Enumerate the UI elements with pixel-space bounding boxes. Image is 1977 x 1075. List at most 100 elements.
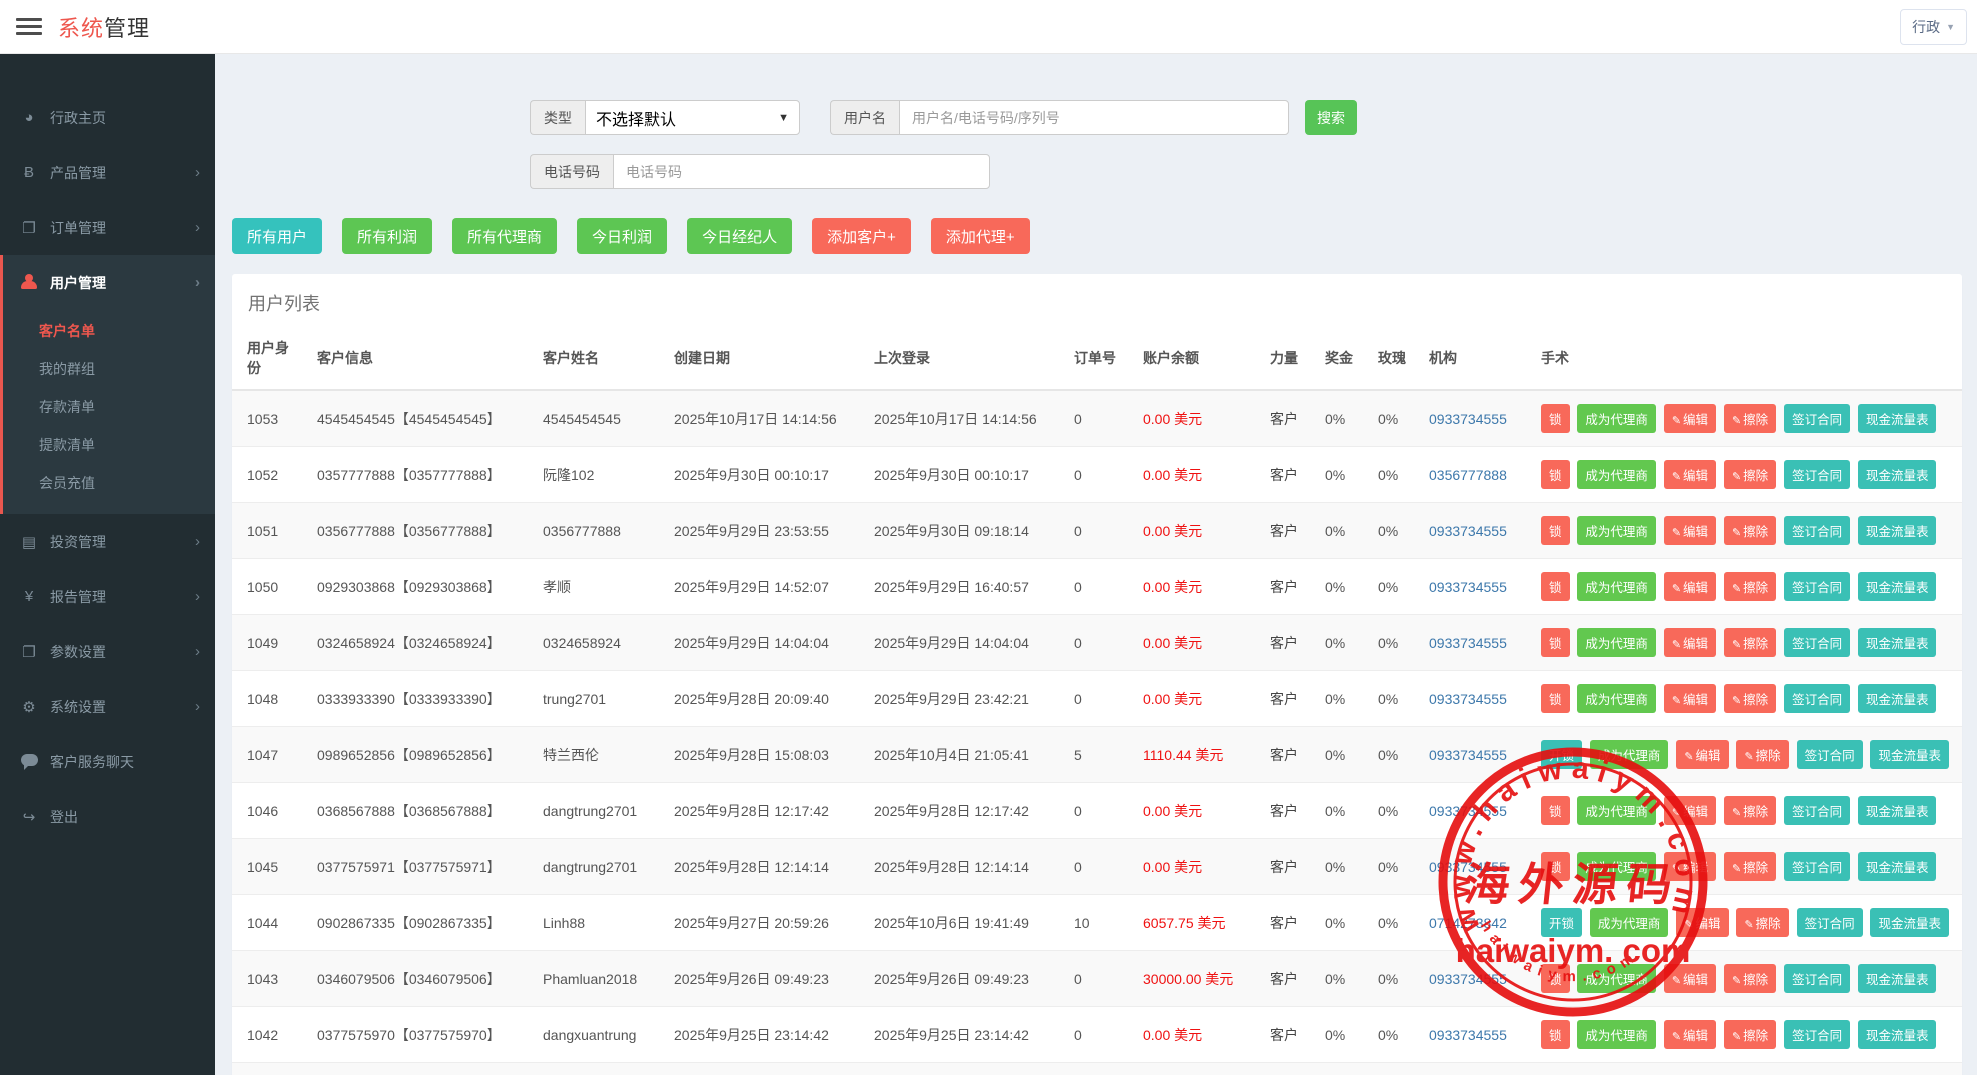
cash-flow-button[interactable]: 现金流量表 bbox=[1858, 796, 1937, 825]
cash-flow-button[interactable]: 现金流量表 bbox=[1858, 684, 1937, 713]
sign-contract-button[interactable]: 签订合同 bbox=[1784, 516, 1850, 545]
sign-contract-button[interactable]: 签订合同 bbox=[1784, 852, 1850, 881]
cash-flow-button[interactable]: 现金流量表 bbox=[1870, 740, 1949, 769]
become-agent-button[interactable]: 成为代理商 bbox=[1577, 796, 1656, 825]
cash-flow-button[interactable]: 现金流量表 bbox=[1870, 908, 1949, 937]
sidebar-subitem[interactable]: 提款清单 bbox=[3, 426, 215, 464]
become-agent-button[interactable]: 成为代理商 bbox=[1577, 1020, 1656, 1049]
become-agent-button[interactable]: 成为代理商 bbox=[1577, 684, 1656, 713]
org-phone-link[interactable]: 0933734555 bbox=[1429, 523, 1507, 539]
toolbar-button[interactable]: 添加客户+ bbox=[812, 218, 911, 254]
lock-button[interactable]: 锁 bbox=[1541, 516, 1570, 545]
toolbar-button[interactable]: 所有利润 bbox=[342, 218, 432, 254]
cash-flow-button[interactable]: 现金流量表 bbox=[1858, 1020, 1937, 1049]
become-agent-button[interactable]: 成为代理商 bbox=[1590, 908, 1669, 937]
become-agent-button[interactable]: 成为代理商 bbox=[1577, 964, 1656, 993]
cash-flow-button[interactable]: 现金流量表 bbox=[1858, 852, 1937, 881]
become-agent-button[interactable]: 成为代理商 bbox=[1577, 516, 1656, 545]
phone-input[interactable] bbox=[613, 154, 990, 189]
erase-button[interactable]: ✎擦除 bbox=[1724, 572, 1776, 601]
toolbar-button[interactable]: 所有代理商 bbox=[452, 218, 557, 254]
sidebar-subitem[interactable]: 我的群组 bbox=[3, 350, 215, 388]
cash-flow-button[interactable]: 现金流量表 bbox=[1858, 404, 1937, 433]
unlock-button[interactable]: 开锁 bbox=[1541, 740, 1582, 769]
org-phone-link[interactable]: 0933734555 bbox=[1429, 803, 1507, 819]
toolbar-button[interactable]: 添加代理+ bbox=[931, 218, 1030, 254]
cash-flow-button[interactable]: 现金流量表 bbox=[1858, 964, 1937, 993]
become-agent-button[interactable]: 成为代理商 bbox=[1577, 628, 1656, 657]
org-phone-link[interactable]: 0933734555 bbox=[1429, 579, 1507, 595]
sign-contract-button[interactable]: 签订合同 bbox=[1797, 908, 1863, 937]
sidebar-link[interactable]: ❐参数设置› bbox=[0, 624, 215, 679]
become-agent-button[interactable]: 成为代理商 bbox=[1577, 460, 1656, 489]
erase-button[interactable]: ✎擦除 bbox=[1724, 516, 1776, 545]
user-role-dropdown[interactable]: 行政 ▼ bbox=[1900, 9, 1967, 45]
cash-flow-button[interactable]: 现金流量表 bbox=[1858, 572, 1937, 601]
sidebar-subitem[interactable]: 会员充值 bbox=[3, 464, 215, 502]
sign-contract-button[interactable]: 签订合同 bbox=[1784, 572, 1850, 601]
edit-button[interactable]: ✎编辑 bbox=[1664, 628, 1716, 657]
org-phone-link[interactable]: 0933734555 bbox=[1429, 691, 1507, 707]
cash-flow-button[interactable]: 现金流量表 bbox=[1858, 628, 1937, 657]
type-select[interactable]: 不选择默认 ▼ bbox=[585, 100, 800, 135]
lock-button[interactable]: 锁 bbox=[1541, 852, 1570, 881]
become-agent-button[interactable]: 成为代理商 bbox=[1590, 740, 1669, 769]
erase-button[interactable]: ✎擦除 bbox=[1724, 852, 1776, 881]
erase-button[interactable]: ✎擦除 bbox=[1724, 684, 1776, 713]
unlock-button[interactable]: 开锁 bbox=[1541, 908, 1582, 937]
sign-contract-button[interactable]: 签订合同 bbox=[1784, 460, 1850, 489]
toolbar-button[interactable]: 所有用户 bbox=[232, 218, 322, 254]
edit-button[interactable]: ✎编辑 bbox=[1664, 404, 1716, 433]
edit-button[interactable]: ✎编辑 bbox=[1664, 572, 1716, 601]
lock-button[interactable]: 锁 bbox=[1541, 404, 1570, 433]
sidebar-link[interactable]: ❐订单管理› bbox=[0, 200, 215, 255]
sign-contract-button[interactable]: 签订合同 bbox=[1797, 740, 1863, 769]
erase-button[interactable]: ✎擦除 bbox=[1724, 1020, 1776, 1049]
lock-button[interactable]: 锁 bbox=[1541, 460, 1570, 489]
erase-button[interactable]: ✎擦除 bbox=[1724, 964, 1776, 993]
erase-button[interactable]: ✎擦除 bbox=[1736, 740, 1788, 769]
sidebar-subitem[interactable]: 客户名单 bbox=[3, 312, 215, 350]
sidebar-link[interactable]: 客户服务聊天 bbox=[0, 734, 215, 789]
lock-button[interactable]: 锁 bbox=[1541, 1020, 1570, 1049]
erase-button[interactable]: ✎擦除 bbox=[1724, 404, 1776, 433]
sign-contract-button[interactable]: 签订合同 bbox=[1784, 684, 1850, 713]
cash-flow-button[interactable]: 现金流量表 bbox=[1858, 516, 1937, 545]
become-agent-button[interactable]: 成为代理商 bbox=[1577, 404, 1656, 433]
lock-button[interactable]: 锁 bbox=[1541, 572, 1570, 601]
erase-button[interactable]: ✎擦除 bbox=[1724, 796, 1776, 825]
lock-button[interactable]: 锁 bbox=[1541, 684, 1570, 713]
org-phone-link[interactable]: 0933734555 bbox=[1429, 411, 1507, 427]
sidebar-subitem[interactable]: 存款清单 bbox=[3, 388, 215, 426]
erase-button[interactable]: ✎擦除 bbox=[1724, 460, 1776, 489]
org-phone-link[interactable]: 0933734555 bbox=[1429, 859, 1507, 875]
edit-button[interactable]: ✎编辑 bbox=[1676, 740, 1728, 769]
erase-button[interactable]: ✎擦除 bbox=[1724, 628, 1776, 657]
lock-button[interactable]: 锁 bbox=[1541, 628, 1570, 657]
sign-contract-button[interactable]: 签订合同 bbox=[1784, 628, 1850, 657]
sign-contract-button[interactable]: 签订合同 bbox=[1784, 964, 1850, 993]
edit-button[interactable]: ✎编辑 bbox=[1664, 516, 1716, 545]
username-input[interactable] bbox=[899, 100, 1289, 135]
edit-button[interactable]: ✎编辑 bbox=[1664, 964, 1716, 993]
org-phone-link[interactable]: 0356777888 bbox=[1429, 467, 1507, 483]
sign-contract-button[interactable]: 签订合同 bbox=[1784, 1020, 1850, 1049]
sidebar-link[interactable]: ◕行政主页 bbox=[0, 90, 215, 145]
lock-button[interactable]: 锁 bbox=[1541, 796, 1570, 825]
sign-contract-button[interactable]: 签订合同 bbox=[1784, 404, 1850, 433]
cash-flow-button[interactable]: 现金流量表 bbox=[1858, 460, 1937, 489]
sidebar-link[interactable]: ↪登出 bbox=[0, 789, 215, 844]
org-phone-link[interactable]: 0933734555 bbox=[1429, 747, 1507, 763]
sidebar-link[interactable]: ¥报告管理› bbox=[0, 569, 215, 624]
org-phone-link[interactable]: 0933734555 bbox=[1429, 971, 1507, 987]
edit-button[interactable]: ✎编辑 bbox=[1664, 796, 1716, 825]
search-button[interactable]: 搜索 bbox=[1305, 100, 1357, 135]
edit-button[interactable]: ✎编辑 bbox=[1664, 684, 1716, 713]
sidebar-link[interactable]: ▤投资管理› bbox=[0, 514, 215, 569]
sidebar-link[interactable]: ⚙系统设置› bbox=[0, 679, 215, 734]
edit-button[interactable]: ✎编辑 bbox=[1664, 460, 1716, 489]
org-phone-link[interactable]: 0714273842 bbox=[1429, 915, 1507, 931]
sign-contract-button[interactable]: 签订合同 bbox=[1784, 796, 1850, 825]
erase-button[interactable]: ✎擦除 bbox=[1736, 908, 1788, 937]
sidebar-link[interactable]: 用户管理› bbox=[3, 255, 215, 310]
